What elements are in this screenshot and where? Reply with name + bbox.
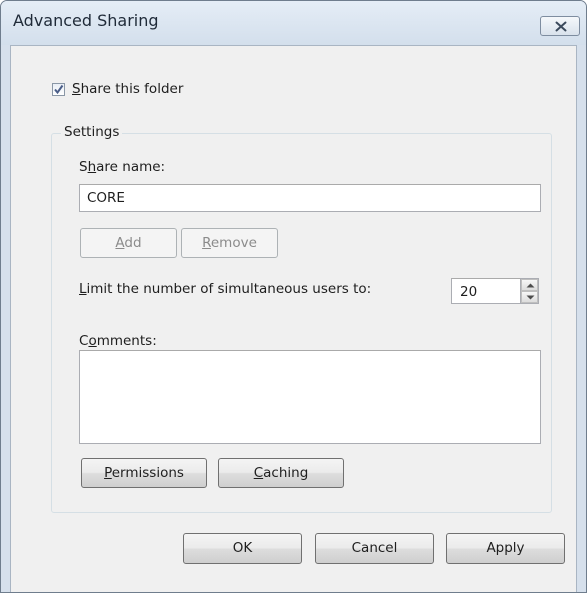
close-icon: [555, 21, 567, 32]
spin-down-icon: [526, 295, 535, 300]
apply-button[interactable]: Apply: [446, 533, 565, 564]
user-limit-value: 20: [460, 284, 478, 300]
share-name-input[interactable]: CORE: [79, 184, 541, 212]
share-name-label: Share name:: [79, 159, 166, 175]
title-bar: Advanced Sharing: [1, 1, 586, 45]
add-button[interactable]: Add: [80, 228, 177, 258]
advanced-sharing-dialog: Advanced Sharing Share this folder Setti…: [0, 0, 587, 593]
share-name-value: CORE: [87, 190, 125, 206]
ok-button[interactable]: OK: [183, 533, 302, 564]
close-button[interactable]: [540, 16, 580, 36]
cancel-button[interactable]: Cancel: [315, 533, 434, 564]
checkmark-icon: [54, 84, 64, 95]
remove-button[interactable]: Remove: [181, 228, 278, 258]
share-folder-label[interactable]: Share this folder: [72, 81, 183, 97]
user-limit-spinner: [520, 278, 539, 304]
spin-up-button[interactable]: [521, 279, 538, 291]
comments-label: Comments:: [79, 333, 157, 349]
spin-down-button[interactable]: [521, 291, 538, 303]
window-title: Advanced Sharing: [13, 11, 159, 30]
settings-legend: Settings: [61, 124, 123, 140]
dialog-body: Share this folder Settings Share name: C…: [10, 45, 577, 592]
comments-textarea[interactable]: [79, 350, 541, 444]
spin-up-icon: [526, 283, 535, 288]
user-limit-input[interactable]: 20: [451, 278, 521, 304]
share-folder-checkbox[interactable]: [52, 83, 65, 96]
caching-button[interactable]: Caching: [218, 458, 344, 488]
limit-users-label: Limit the number of simultaneous users t…: [79, 281, 372, 297]
permissions-button[interactable]: Permissions: [81, 458, 207, 488]
